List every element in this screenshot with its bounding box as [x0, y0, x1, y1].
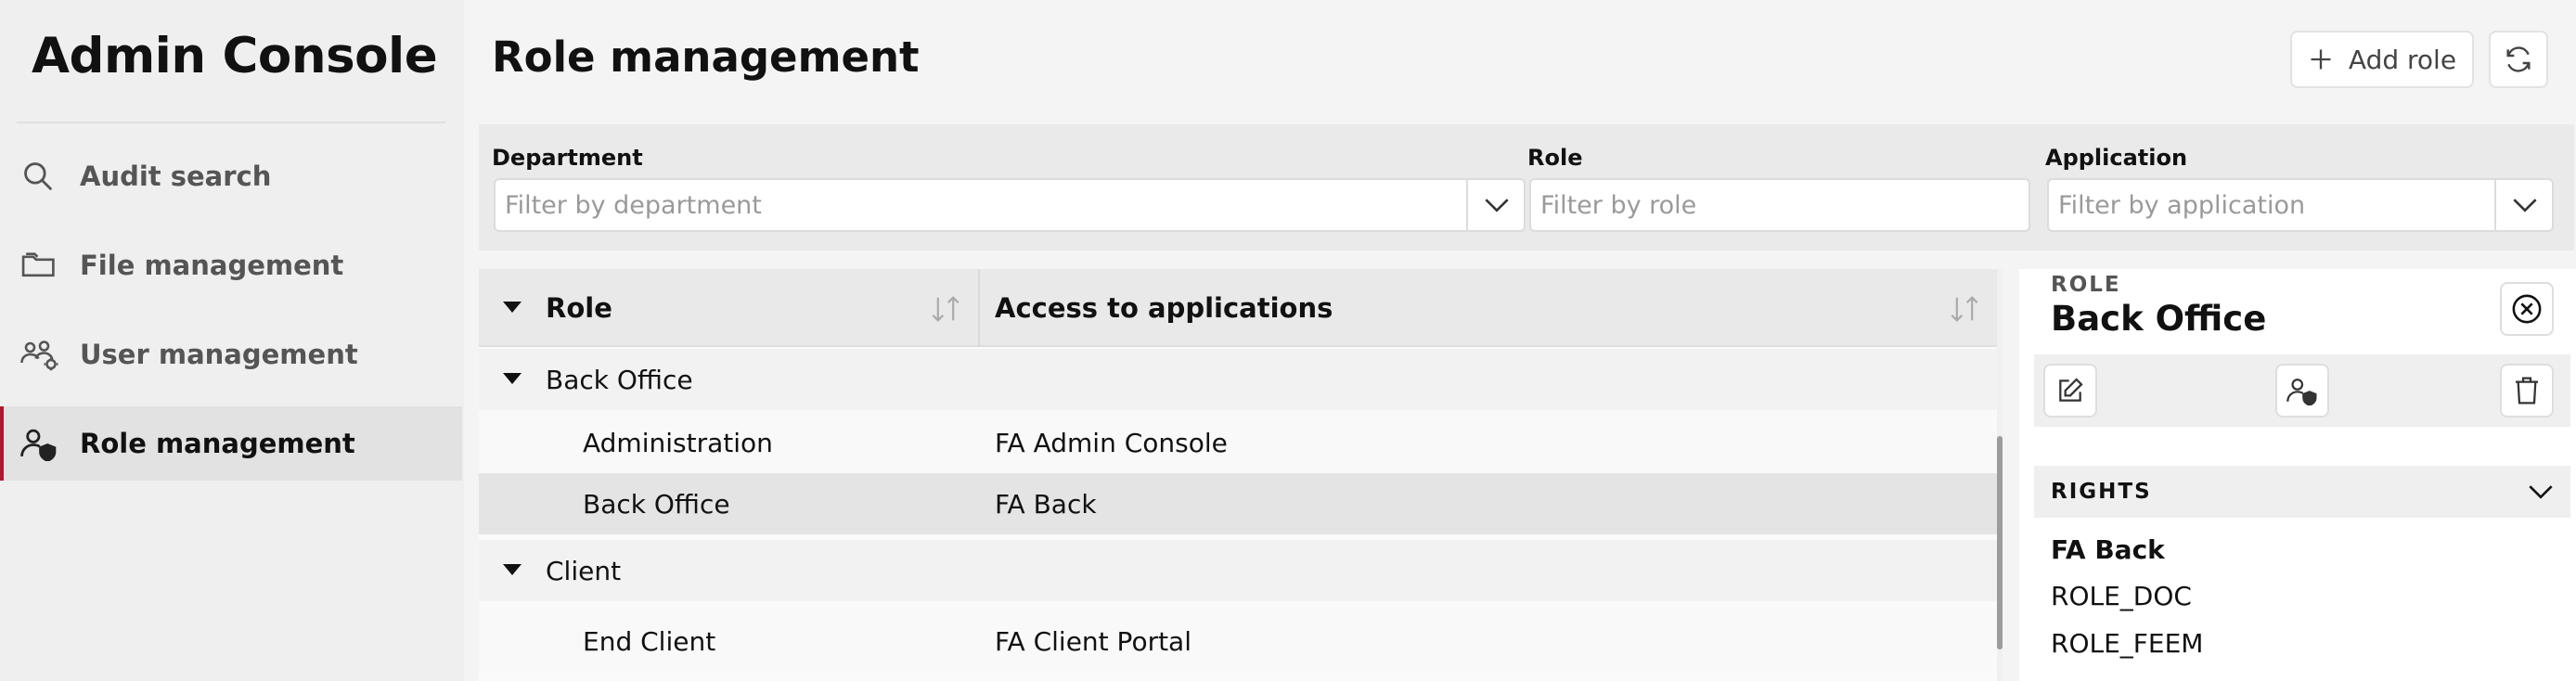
search-icon [20, 159, 56, 194]
edit-icon [2055, 376, 2085, 405]
add-role-label: Add role [2348, 44, 2457, 75]
column-divider [978, 269, 980, 347]
access-cell: FA Client Portal [995, 625, 1191, 657]
user-shield-icon [2286, 376, 2318, 405]
scrollbar-thumb[interactable] [1997, 436, 2003, 649]
caret-down-icon[interactable] [503, 373, 522, 386]
add-role-button[interactable]: Add role [2290, 31, 2474, 88]
group-row-client[interactable]: Client [479, 540, 1997, 601]
rights-application: FA Back [2051, 534, 2165, 565]
column-header-role[interactable]: Role [546, 269, 612, 347]
close-panel-button[interactable] [2500, 282, 2554, 336]
role-filter-label: Role [1527, 145, 1583, 171]
application-filter-input[interactable] [2047, 178, 2554, 232]
table-header: Role Access to applications [479, 269, 2003, 347]
main-content: Role management Add role Department Role… [464, 0, 2576, 681]
department-filter-label: Department [492, 145, 643, 171]
refresh-icon [2504, 45, 2533, 74]
trash-icon [2513, 376, 2541, 405]
sidebar: Admin Console Audit search File manageme… [0, 0, 464, 681]
collapse-all-icon[interactable] [503, 302, 522, 315]
rights-label: RIGHTS [2051, 480, 2152, 504]
right-item: ROLE_DOC [2051, 581, 2192, 611]
role-cell: Administration [583, 427, 773, 458]
table-row-selected[interactable]: Back Office FA Back [479, 473, 1997, 534]
plus-icon [2308, 46, 2334, 72]
delete-role-button[interactable] [2500, 364, 2554, 418]
sidebar-item-file-management[interactable]: File management [0, 228, 462, 302]
column-header-access[interactable]: Access to applications [995, 269, 1333, 347]
sidebar-divider [17, 122, 445, 123]
page-title: Role management [492, 32, 920, 82]
user-shield-icon [20, 426, 58, 461]
edit-role-button[interactable] [2043, 364, 2097, 418]
application-filter-label: Application [2045, 145, 2188, 171]
assign-role-button[interactable] [2275, 364, 2329, 418]
role-cell: Back Office [583, 488, 730, 520]
group-row-back-office[interactable]: Back Office [479, 349, 1997, 410]
refresh-button[interactable] [2489, 31, 2548, 88]
role-detail-panel: ROLE Back Office RIGHTS FA Back ROLE_DOC… [2019, 269, 2576, 681]
panel-kicker: ROLE [2051, 273, 2121, 297]
sidebar-item-role-management[interactable]: Role management [0, 406, 462, 481]
group-label: Client [546, 555, 622, 586]
sidebar-item-label: User management [80, 339, 358, 370]
panel-actions [2034, 354, 2570, 427]
users-icon [20, 337, 59, 372]
chevron-down-icon[interactable] [2494, 178, 2554, 232]
close-icon [2511, 293, 2543, 325]
roles-table: Role Access to applications Back Office … [479, 269, 2003, 681]
sidebar-item-user-management[interactable]: User management [0, 317, 462, 392]
chevron-down-icon[interactable] [1466, 178, 1526, 232]
sort-icon[interactable] [1949, 295, 1980, 323]
access-cell: FA Back [995, 488, 1097, 520]
sidebar-item-audit-search[interactable]: Audit search [0, 139, 462, 213]
sidebar-item-label: Audit search [80, 161, 272, 192]
panel-title: Back Office [2051, 299, 2267, 339]
access-cell: FA Admin Console [995, 427, 1228, 458]
group-label: Back Office [546, 364, 693, 395]
folder-icon [20, 248, 58, 283]
chevron-down-icon [2528, 483, 2554, 500]
right-item: ROLE_FEEM [2051, 628, 2204, 659]
filter-bar: Department Role Application [479, 124, 2574, 251]
app-title: Admin Console [32, 28, 438, 84]
sidebar-item-label: Role management [80, 428, 355, 459]
role-filter-input[interactable] [1529, 178, 2030, 232]
sidebar-item-label: File management [80, 250, 344, 281]
table-row[interactable]: End Client FA Client Portal [479, 610, 1997, 672]
table-row[interactable]: Administration FA Admin Console [479, 412, 1997, 473]
department-filter-input[interactable] [494, 178, 1526, 232]
sort-icon[interactable] [930, 295, 961, 323]
department-select[interactable] [494, 178, 1526, 232]
caret-down-icon[interactable] [503, 564, 522, 577]
rights-section-toggle[interactable]: RIGHTS [2034, 466, 2570, 518]
application-select[interactable] [2047, 178, 2554, 232]
role-cell: End Client [583, 625, 716, 657]
